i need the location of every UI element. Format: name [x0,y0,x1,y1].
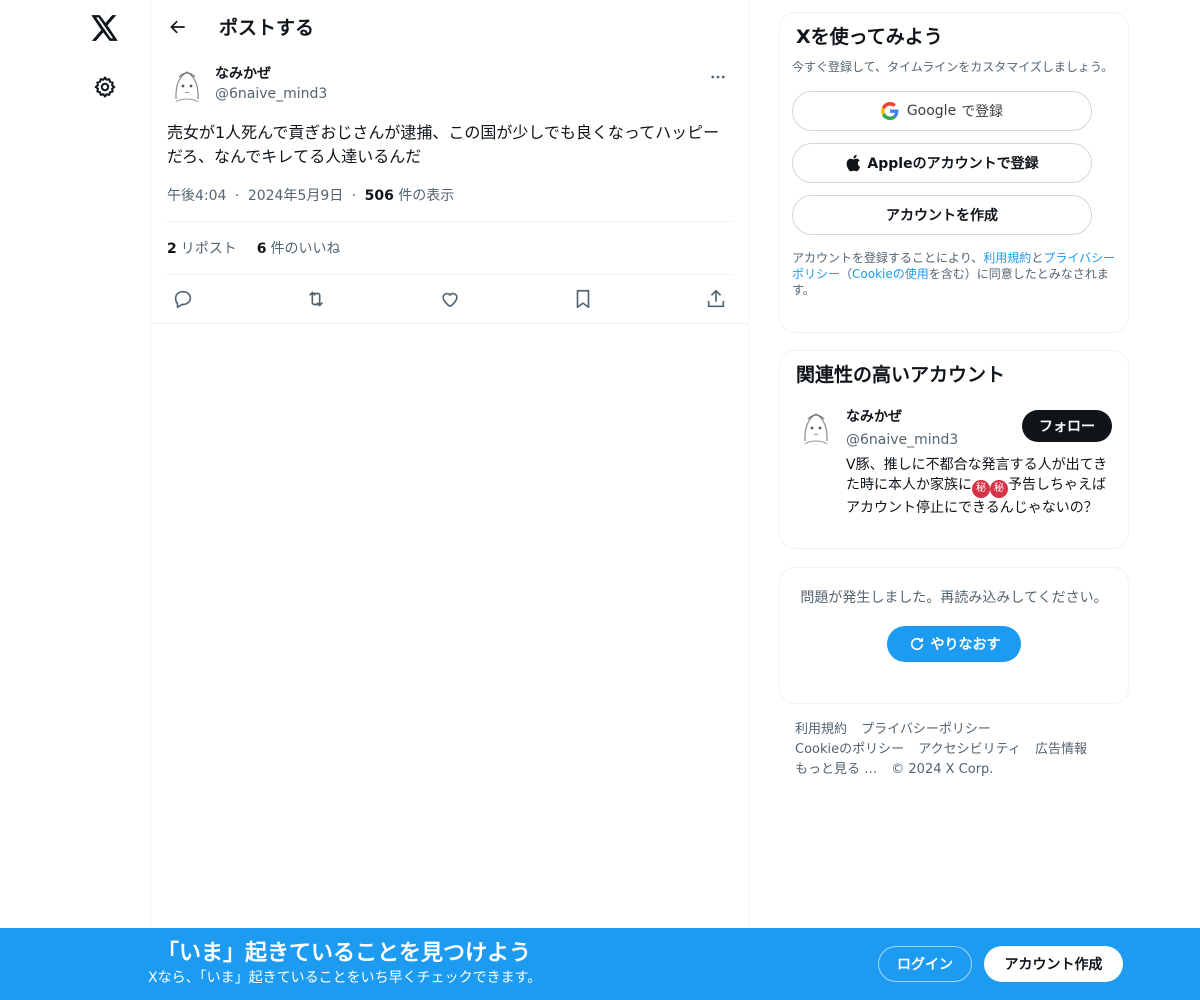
banner-subtitle: Xなら、「いま」起きていることをいち早くチェックできます。 [148,970,542,986]
likes-label: 件のいいね [270,241,341,257]
reply-icon [174,290,192,309]
related-names: なみかぜ @6naive_mind3 [846,407,958,453]
terms-link[interactable]: 利用規約 [983,251,1031,265]
repost-icon [309,291,324,307]
legal-text-part: と [1031,251,1044,265]
views-count: 506 [364,188,394,204]
create-account-label: アカウントを作成 [886,208,998,224]
share-icon [707,289,725,308]
signup-title: Xを使ってみよう [796,26,943,48]
share-button[interactable] [704,287,728,311]
google-icon [880,102,899,120]
signup-buttons: Google で登録 Appleのアカウントで登録 アカウントを作成 [792,91,1116,235]
error-message: 問題が発生しました。再読み込みしてください。 [800,590,1108,606]
apple-signup-button[interactable]: Appleのアカウントで登録 [792,143,1092,183]
page-header: ポストする [151,0,748,53]
retry-button[interactable]: やりなおす [887,626,1021,662]
author-name[interactable]: なみかぜ [215,65,706,83]
footer-links: 利用規約 プライバシーポリシー Cookieのポリシー アクセシビリティ 広告情… [795,720,1115,780]
author-names: なみかぜ @6naive_mind3 [215,63,706,105]
back-button[interactable] [163,12,193,42]
refresh-icon [910,637,923,651]
page-title: ポストする [219,17,315,39]
banner-title: 「いま」起きていることを見つけよう [157,941,532,966]
apple-icon [847,154,861,172]
reply-button[interactable] [171,287,195,311]
more-dots-icon [711,75,725,79]
post-time[interactable]: 午後4:04 [167,188,226,204]
banner-create-account-button[interactable]: アカウント作成 [984,946,1123,982]
legal-text-part: （ [840,267,853,281]
meta-dot: · [351,188,357,204]
reposts-count: 2 [167,241,177,257]
heart-icon [441,292,458,308]
repost-button[interactable] [304,287,328,311]
related-name[interactable]: なみかぜ [846,407,958,427]
related-title: 関連性の高いアカウント [796,364,1006,386]
signup-subtitle: 今すぐ登録して、タイムラインをカスタマイズしましょう。 [792,60,1114,74]
avatar[interactable] [167,65,207,105]
arrow-left-icon [170,20,185,33]
follow-button[interactable]: フォロー [1022,410,1112,442]
main-column: ポストする なみかぜ @6naive_mind3 売女が1人死んで貢ぎおじさんが… [150,0,749,1000]
related-account-body: なみかぜ @6naive_mind3 フォロー V豚、推しに不都合な発言する人が… [846,407,1112,518]
related-account-top: なみかぜ @6naive_mind3 フォロー [846,407,1112,453]
retry-label: やりなおす [930,637,1001,653]
reposts-stat[interactable]: 2 リポスト [167,238,237,258]
google-signup-button[interactable]: Google で登録 [792,91,1092,131]
secret-emoji-icon: 秘 [972,480,990,498]
more-options-button[interactable] [706,65,730,89]
error-card: 問題が発生しました。再読み込みしてください。 やりなおす [779,567,1129,704]
likes-count: 6 [256,241,267,257]
bookmark-icon [576,289,590,309]
left-nav [0,0,150,1000]
related-accounts-card: 関連性の高いアカウント なみかぜ @6naive_mind3 フォロー V豚、推… [779,350,1129,549]
like-button[interactable] [438,287,462,311]
views-label: 件の表示 [398,188,455,204]
gear-icon[interactable] [85,67,125,107]
footer-accessibility-link[interactable]: アクセシビリティ [918,742,1021,757]
avatar[interactable] [796,407,836,447]
author-handle[interactable]: @6naive_mind3 [215,83,706,105]
likes-stat[interactable]: 6 件のいいね [257,238,341,258]
cookie-link[interactable]: Cookieの使用 [852,267,929,281]
footer-ads-link[interactable]: 広告情報 [1035,742,1087,757]
google-label: Google [906,103,957,119]
legal-text: アカウントを登録することにより、利用規約とプライバシーポリシー（Cookieの使… [792,250,1116,298]
post-stats: 2 リポスト 6 件のいいね [167,222,732,274]
related-handle[interactable]: @6naive_mind3 [846,427,958,453]
post-author-row: なみかぜ @6naive_mind3 [167,63,732,115]
create-account-button[interactable]: アカウントを作成 [792,195,1092,235]
x-logo-icon[interactable] [85,8,125,48]
footer-more-link[interactable]: もっと見る … [795,762,877,777]
post-text: 売女が1人死んで貢ぎおじさんが逮捕、この国が少しでも良くなってハッピーだろ、なん… [167,123,720,166]
footer-cookie-link[interactable]: Cookieのポリシー [795,742,904,757]
post-meta: 午後4:04 · 2024年5月9日 · 506 件の表示 [167,186,732,206]
post-date[interactable]: 2024年5月9日 [248,188,343,204]
related-bio: V豚、推しに不都合な発言する人が出てきた時に本人か家族に秘秘予告しちゃえばアカウ… [846,455,1112,518]
login-button[interactable]: ログイン [878,946,972,982]
post: なみかぜ @6naive_mind3 売女が1人死んで貢ぎおじさんが逮捕、この国… [151,53,748,324]
related-account[interactable]: なみかぜ @6naive_mind3 フォロー V豚、推しに不都合な発言する人が… [796,407,1112,518]
post-actions [167,275,732,323]
legal-text-part: アカウントを登録することにより、 [792,251,984,265]
apple-label: Appleのアカウントで登録 [867,156,1039,172]
signup-card: Xを使ってみよう 今すぐ登録して、タイムラインをカスタマイズしましょう。 Goo… [779,12,1129,333]
reposts-label: リポスト [180,241,237,257]
footer-copyright: © 2024 X Corp. [891,762,994,777]
bookmark-button[interactable] [571,287,595,311]
footer-privacy-link[interactable]: プライバシーポリシー [861,722,991,737]
meta-dot: · [234,188,240,204]
footer-terms-link[interactable]: 利用規約 [795,722,847,737]
secret-emoji-icon: 秘 [990,480,1008,498]
google-label-suffix: で登録 [961,104,1004,120]
